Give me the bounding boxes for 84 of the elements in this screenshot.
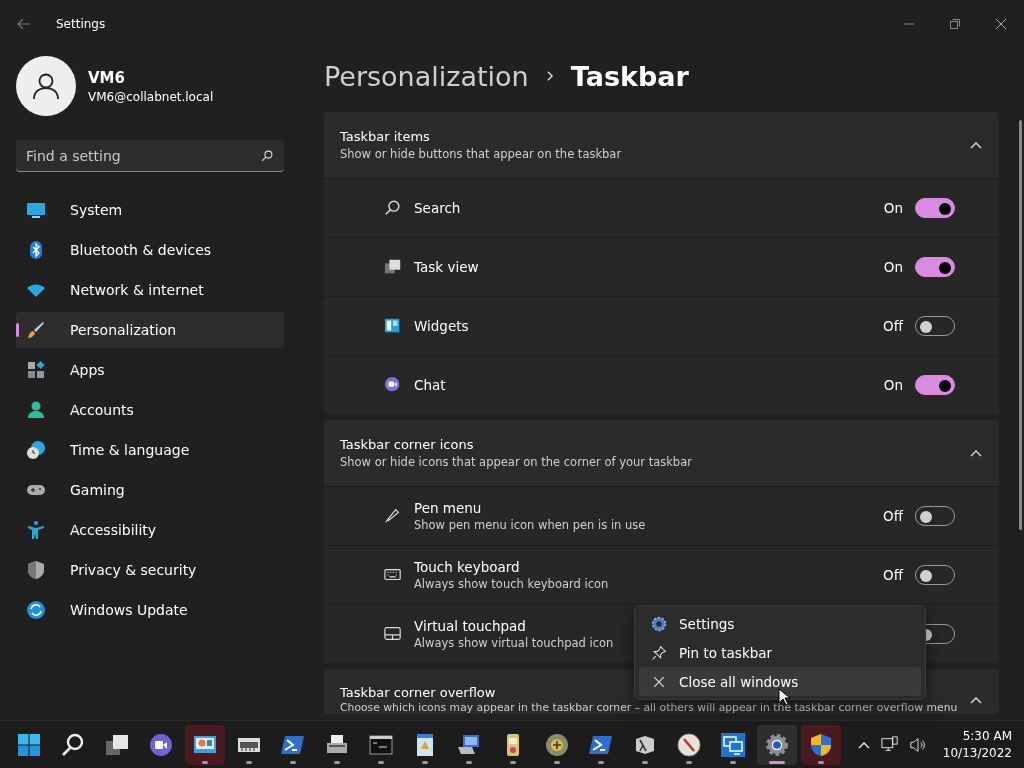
apps-icon xyxy=(26,360,46,380)
gear-icon xyxy=(765,732,789,757)
setting-description: Always show touch keyboard icon xyxy=(414,577,609,591)
setting-label: Virtual touchpad xyxy=(414,618,526,634)
accessibility-icon xyxy=(26,520,46,540)
close-icon xyxy=(995,18,1007,30)
pin-icon xyxy=(651,644,667,661)
nav-item[interactable]: Network & internet xyxy=(16,272,284,308)
compass-icon xyxy=(677,732,701,757)
nav-item[interactable]: Accounts xyxy=(16,392,284,428)
toggle-state: Off xyxy=(883,318,903,334)
clock-globe-icon xyxy=(26,440,46,460)
search-icon xyxy=(384,199,402,217)
task-view-icon xyxy=(105,732,129,757)
update-icon xyxy=(26,600,46,620)
monitor-icon xyxy=(26,200,46,220)
volume-icon xyxy=(908,735,927,754)
chat-icon xyxy=(384,376,402,394)
clock[interactable]: 5:30 AM 10/13/2022 xyxy=(942,727,1012,762)
widgets-icon xyxy=(384,317,402,335)
task-view-icon xyxy=(384,258,402,276)
nav-item[interactable]: Time & language xyxy=(16,432,284,468)
windows-logo-icon xyxy=(17,732,41,757)
page-title: Taskbar xyxy=(570,60,689,92)
nav-item[interactable]: Privacy & security xyxy=(16,552,284,588)
shield-icon xyxy=(26,560,46,580)
section-title: Taskbar items xyxy=(340,129,430,144)
nav-item[interactable]: System xyxy=(16,192,284,228)
section-title: Taskbar corner overflow xyxy=(340,685,496,700)
menu-item[interactable]: Close all windows xyxy=(639,667,921,696)
setting-label: Pen menu xyxy=(414,500,482,516)
window-title: Settings xyxy=(56,17,106,31)
touchpad-icon xyxy=(384,625,402,643)
section-title: Taskbar corner icons xyxy=(340,437,474,452)
toggle-state: On xyxy=(883,377,903,393)
setting-description: Always show virtual touchpad icon xyxy=(414,636,614,650)
setting-label: Chat xyxy=(414,377,446,393)
taskbar-button[interactable] xyxy=(757,724,797,765)
user-name: VM6 xyxy=(88,68,126,87)
person-icon xyxy=(26,400,46,420)
taskbar-button[interactable] xyxy=(801,724,841,765)
toggle-switch[interactable] xyxy=(915,375,955,395)
menu-item[interactable]: Settings xyxy=(639,609,921,638)
network-computer-icon xyxy=(457,732,481,757)
chat-icon xyxy=(149,732,173,757)
section-description: Show or hide icons that appear on the corner of your taskbar xyxy=(340,455,692,469)
terminal-icon xyxy=(369,732,393,757)
setting-label: Widgets xyxy=(414,318,469,334)
brush-icon xyxy=(26,320,46,340)
setting-label: Search xyxy=(414,200,461,216)
setting-description: Show pen menu icon when pen is in use xyxy=(414,518,646,532)
menu-item[interactable]: Pin to taskbar xyxy=(639,638,921,667)
setting-label: Task view xyxy=(414,259,479,275)
toggle-switch[interactable] xyxy=(915,257,955,277)
nav-item[interactable]: Personalization xyxy=(16,312,284,348)
avatar[interactable] xyxy=(16,56,76,116)
restore-icon xyxy=(949,18,961,30)
nav-item[interactable]: Bluetooth & devices xyxy=(16,232,284,268)
network-icon xyxy=(880,735,899,754)
uac-shield-icon xyxy=(809,732,833,757)
nav-item[interactable]: Windows Update xyxy=(16,592,284,628)
toggle-state: Off xyxy=(883,508,903,524)
breadcrumb-link[interactable]: Personalization xyxy=(324,60,529,92)
search-field[interactable]: Find a setting xyxy=(16,140,284,172)
nav-item[interactable]: Accessibility xyxy=(16,512,284,548)
search-icon xyxy=(260,149,274,163)
toggle-state: On xyxy=(883,259,903,275)
scrollbar[interactable] xyxy=(1019,120,1022,530)
back-button[interactable] xyxy=(16,16,32,32)
disc-icon xyxy=(545,732,569,757)
remote-desktop-icon xyxy=(721,732,745,757)
toggle-state: On xyxy=(883,200,903,216)
gear-icon xyxy=(651,615,667,632)
nav-item[interactable]: Gaming xyxy=(16,472,284,508)
toggle-state: Off xyxy=(883,567,903,583)
user-email: VM6@collabnet.local xyxy=(88,89,214,104)
search-icon xyxy=(61,732,85,757)
toggle-switch[interactable] xyxy=(915,198,955,218)
section-description: Choose which icons may appear in the taskbar corner – all others will appear in the taskbar corner overflow menu xyxy=(340,701,958,714)
section-description: Show or hide buttons that appear on the taskbar xyxy=(340,147,622,161)
taskbar-button[interactable] xyxy=(185,724,225,765)
pen-icon xyxy=(384,507,402,525)
nav-item[interactable]: Apps xyxy=(16,352,284,388)
setting-label: Touch keyboard xyxy=(414,559,520,575)
